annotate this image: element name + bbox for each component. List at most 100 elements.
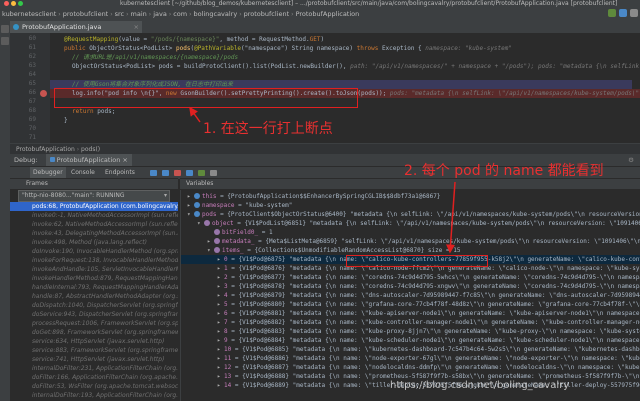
frames-list[interactable]: pods:68, ProtobufApplication (com.boling… <box>10 202 178 401</box>
evaluate-expression-icon[interactable] <box>210 170 217 176</box>
stack-frame[interactable]: service:741, HttpServlet (javax.servlet.… <box>10 355 178 364</box>
variable-row[interactable]: ▸ this = {ProtobufApplication$$EnhancerBy… <box>181 192 640 201</box>
expand-arrow-icon[interactable]: ▾ <box>197 219 204 228</box>
code-line[interactable]: public ObjectOrStatus<PodList> pods(@Pat… <box>64 44 512 53</box>
expand-arrow-icon[interactable]: ▸ <box>217 282 224 291</box>
settings-icon[interactable] <box>630 9 638 17</box>
expand-arrow-icon[interactable]: ▸ <box>207 237 214 246</box>
stack-frame[interactable]: doFilter:53, WsFilter (org.apache.tomcat… <box>10 382 178 391</box>
expand-arrow-icon[interactable]: ▸ <box>217 327 224 336</box>
variable-row[interactable]: ▸ 10 = {V1$Pod@6885} "metadata {\n name: … <box>181 345 640 354</box>
breadcrumb-item[interactable]: main <box>129 7 149 21</box>
tab-protobuf-application[interactable]: ProtobufApplication.java × <box>10 21 142 33</box>
expand-arrow-icon[interactable]: ▸ <box>217 381 224 390</box>
breadcrumb-class[interactable]: ProtobufApplication <box>10 146 75 153</box>
minimize-window-icon[interactable] <box>11 1 16 6</box>
stack-frame[interactable]: invoke:62, NativeMethodAccessorImpl (sun… <box>10 220 178 229</box>
variable-row[interactable]: ▸ 6 = {V1$Pod@6881} "metadata {\n name: \… <box>181 309 640 318</box>
expand-arrow-icon[interactable]: ▸ <box>217 309 224 318</box>
stack-frame[interactable]: handleInternal:793, RequestMappingHandle… <box>10 283 178 292</box>
breadcrumb-item[interactable]: ProtobufApplication <box>294 7 362 21</box>
variable-row[interactable]: ▸ metadata_ = {Meta$ListMeta@6859} "selfL… <box>181 237 640 246</box>
variable-row[interactable]: ▸ 12 = {V1$Pod@6887} "metadata {\n name: … <box>181 363 640 372</box>
expand-arrow-icon[interactable]: ▸ <box>217 264 224 273</box>
debug-config-tab[interactable]: ProtobufApplication × <box>45 154 132 166</box>
variable-row[interactable]: ▸ 9 = {V1$Pod@6884} "metadata {\n name: \… <box>181 336 640 345</box>
variable-row[interactable]: ▾ items_ = {Collections$UnmodifiableRando… <box>181 246 640 255</box>
run-icon[interactable] <box>608 9 616 17</box>
expand-arrow-icon[interactable]: ▸ <box>217 318 224 327</box>
breadcrumb-item[interactable]: com <box>171 7 189 21</box>
stack-frame[interactable]: internalDoFilter:193, ApplicationFilterC… <box>10 391 178 400</box>
breadcrumb-item[interactable]: kubernetesclient <box>0 7 58 21</box>
expand-arrow-icon[interactable]: ▸ <box>217 363 224 372</box>
expand-arrow-icon[interactable]: ▸ <box>187 201 194 210</box>
step-into-icon[interactable] <box>162 170 169 176</box>
variable-row[interactable]: ▸ 2 = {V1$Pod@6877} "metadata {\n name: \… <box>181 273 640 282</box>
stack-frame[interactable]: doGet:898, FrameworkServlet (org.springf… <box>10 328 178 337</box>
breadcrumb-item[interactable]: java <box>151 7 169 21</box>
stack-frame[interactable]: invokeForRequest:138, InvocableHandlerMe… <box>10 256 178 265</box>
stack-frame[interactable]: service:634, HttpServlet (javax.servlet.… <box>10 337 178 346</box>
breadcrumb-item[interactable]: bolingcavalry <box>192 7 240 21</box>
expand-arrow-icon[interactable]: ▸ <box>217 300 224 309</box>
breakpoint-icon[interactable] <box>40 90 47 97</box>
variable-row[interactable]: ▸ 3 = {V1$Pod@6878} "metadata {\n name: \… <box>181 282 640 291</box>
code-line[interactable]: } <box>64 116 68 125</box>
stack-frame[interactable]: service:883, FrameworkServlet (org.sprin… <box>10 346 178 355</box>
variable-row[interactable]: ▸ 5 = {V1$Pod@6880} "metadata {\n name: \… <box>181 300 640 309</box>
expand-arrow-icon[interactable]: ▸ <box>217 255 224 264</box>
code-line[interactable]: @RequestMapping(value = "/pods/{namespac… <box>64 35 324 44</box>
expand-arrow-icon[interactable]: ▸ <box>217 354 224 363</box>
expand-arrow-icon[interactable]: ▾ <box>187 210 194 219</box>
expand-arrow-icon[interactable]: ▸ <box>217 273 224 282</box>
stack-frame[interactable]: doService:943, DispatcherServlet (org.sp… <box>10 310 178 319</box>
editor-gutter[interactable]: 60 61 62 63 64 65 66 67 68 69 70 71 <box>10 33 50 143</box>
stack-frame[interactable]: invokeAndHandle:105, ServletInvocableHan… <box>10 265 178 274</box>
code-line[interactable]: return pods; <box>72 107 115 116</box>
maximize-window-icon[interactable] <box>18 1 23 6</box>
variables-tree[interactable]: ▸ this = {ProtobufApplication$$EnhancerBy… <box>180 190 640 401</box>
variable-row[interactable]: ▾ pods = {ProtoClient$ObjectOrStatus@6400… <box>181 210 640 219</box>
breadcrumb-method[interactable]: pods() <box>81 146 100 153</box>
expand-arrow-icon[interactable]: ▾ <box>207 246 214 255</box>
expand-arrow-icon[interactable]: ▸ <box>187 192 194 201</box>
project-tool-icon[interactable] <box>1 25 9 33</box>
expand-arrow-icon[interactable]: ▸ <box>217 372 224 381</box>
breadcrumb-item[interactable]: protobufclient <box>61 7 111 21</box>
step-over-icon[interactable] <box>150 170 157 176</box>
stack-frame[interactable]: doInvoke:190, InvocableHandlerMethod (or… <box>10 247 178 256</box>
breadcrumb-item[interactable]: protobufclient <box>242 7 292 21</box>
close-tab-icon[interactable]: × <box>134 21 139 33</box>
expand-arrow-icon[interactable]: ▸ <box>217 336 224 345</box>
variable-row[interactable]: ▸ namespace = "kube-system" <box>181 201 640 210</box>
stack-frame[interactable]: handle:87, AbstractHandlerMethodAdapter … <box>10 292 178 301</box>
stack-frame[interactable]: invoke:498, Method (java.lang.reflect) <box>10 238 178 247</box>
breadcrumb-item[interactable]: src <box>113 7 127 21</box>
gear-icon[interactable]: ⚙ <box>628 154 634 166</box>
structure-tool-icon[interactable] <box>1 37 9 45</box>
stack-frame[interactable]: doFilter:166, ApplicationFilterChain (or… <box>10 373 178 382</box>
stack-frame[interactable]: invoke:43, DelegatingMethodAccessorImpl … <box>10 229 178 238</box>
code-line[interactable]: ObjectOrStatus<PodList> pods = buildProt… <box>72 62 640 71</box>
variable-row[interactable]: bitField0_ = 1 <box>181 228 640 237</box>
variable-row[interactable]: ▸ 8 = {V1$Pod@6883} "metadata {\n name: \… <box>181 327 640 336</box>
thread-selector[interactable]: "http-nio-8080..."main": RUNNING ▾ <box>18 190 170 202</box>
force-step-into-icon[interactable] <box>174 170 181 176</box>
variable-row[interactable]: ▸ 7 = {V1$Pod@6882} "metadata {\n name: \… <box>181 318 640 327</box>
variable-row[interactable]: ▸ 4 = {V1$Pod@6879} "metadata {\n name: \… <box>181 291 640 300</box>
debug-icon[interactable] <box>619 9 627 17</box>
close-window-icon[interactable] <box>4 1 9 6</box>
run-to-cursor-icon[interactable] <box>198 170 205 176</box>
step-out-icon[interactable] <box>186 170 193 176</box>
stack-frame[interactable]: processRequest:1006, FrameworkServlet (o… <box>10 319 178 328</box>
expand-arrow-icon[interactable]: ▸ <box>217 345 224 354</box>
stack-frame[interactable]: doDispatch:1040, DispatcherServlet (org.… <box>10 301 178 310</box>
variable-row[interactable]: ▾ object = {V1$PodList@6851} "metadata {\… <box>181 219 640 228</box>
expand-arrow-icon[interactable]: ▸ <box>217 291 224 300</box>
code-line[interactable]: // 请求URL是/api/v1/namespaces/{namespace}/… <box>72 53 238 62</box>
stack-frame[interactable]: invokeHandlerMethod:879, RequestMappingH… <box>10 274 178 283</box>
stack-frame[interactable]: internalDoFilter:231, ApplicationFilterC… <box>10 364 178 373</box>
stack-frame[interactable]: pods:68, ProtobufApplication (com.boling… <box>10 202 178 211</box>
stack-frame[interactable]: invoke0:-1, NativeMethodAccessorImpl (su… <box>10 211 178 220</box>
